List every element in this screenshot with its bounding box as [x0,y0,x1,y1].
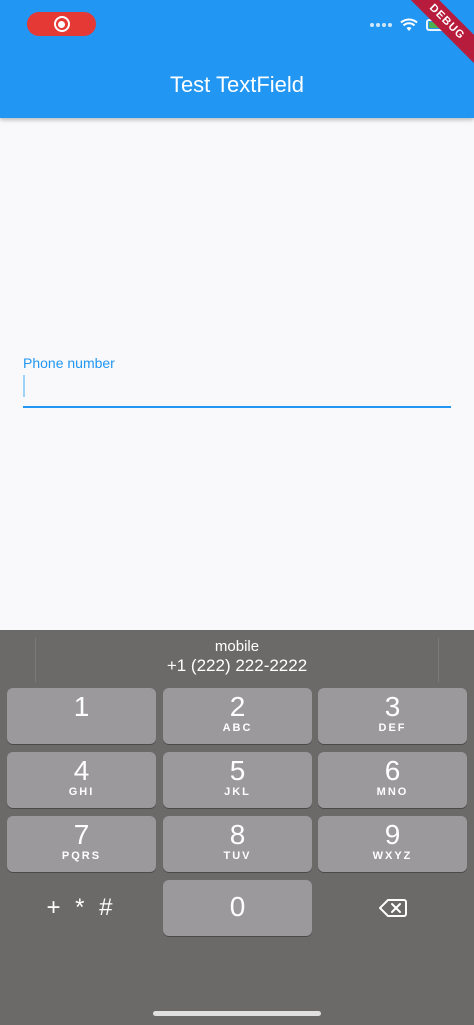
key-7[interactable]: 7 PQRS [7,816,156,872]
page-title: Test TextField [169,72,305,97]
key-digit: 9 [384,819,401,850]
debug-banner: DEBUG [401,0,474,68]
record-icon [53,16,70,32]
key-letters: MNO [376,786,409,798]
autofill-suggestion[interactable]: mobile +1 (222) 222-2222 [35,638,439,682]
key-letters: ABC [222,722,253,734]
key-digit: 8 [229,819,246,850]
key-0[interactable]: 0 [163,880,312,936]
key-digit: 4 [73,755,90,786]
app-bar: DEBUG Test TextField [0,0,474,118]
suggestion-phone: +1 (222) 222-2222 [166,656,308,675]
key-digit: 2 [229,691,246,722]
numeric-keyboard: mobile +1 (222) 222-2222 1 2 ABC 3 DEF 4… [0,630,474,1025]
key-letters: TUV [223,850,252,862]
key-letters: JKL [224,786,251,798]
screen-recording-indicator[interactable] [27,12,96,36]
key-digit: 7 [73,819,90,850]
wifi-icon [400,18,418,31]
key-4[interactable]: 4 GHI [7,752,156,808]
key-digit: 6 [384,755,401,786]
symbols-key[interactable]: + * # [7,880,156,936]
key-6[interactable]: 6 MNO [318,752,467,808]
backspace-icon [378,899,407,917]
key-9[interactable]: 9 WXYZ [318,816,467,872]
key-3[interactable]: 3 DEF [318,688,467,744]
key-letters: WXYZ [372,850,413,862]
phone-number-label: Phone number [23,355,115,371]
key-digit: 5 [229,755,246,786]
backspace-key[interactable] [318,880,467,936]
key-digit: 0 [229,891,246,922]
key-letters: PQRS [61,850,102,862]
suggestion-label: mobile [214,638,260,655]
phone-number-field[interactable] [23,373,451,405]
text-cursor [23,375,25,397]
key-2[interactable]: 2 ABC [163,688,312,744]
key-digit: 1 [73,691,90,722]
key-1[interactable]: 1 [7,688,156,744]
key-letters: GHI [68,786,95,798]
field-underline [23,406,451,408]
key-8[interactable]: 8 TUV [163,816,312,872]
key-letters: DEF [378,722,407,734]
home-indicator[interactable] [153,1011,321,1016]
key-5[interactable]: 5 JKL [163,752,312,808]
key-digit: 3 [384,691,401,722]
cellular-signal-icon [370,23,392,27]
